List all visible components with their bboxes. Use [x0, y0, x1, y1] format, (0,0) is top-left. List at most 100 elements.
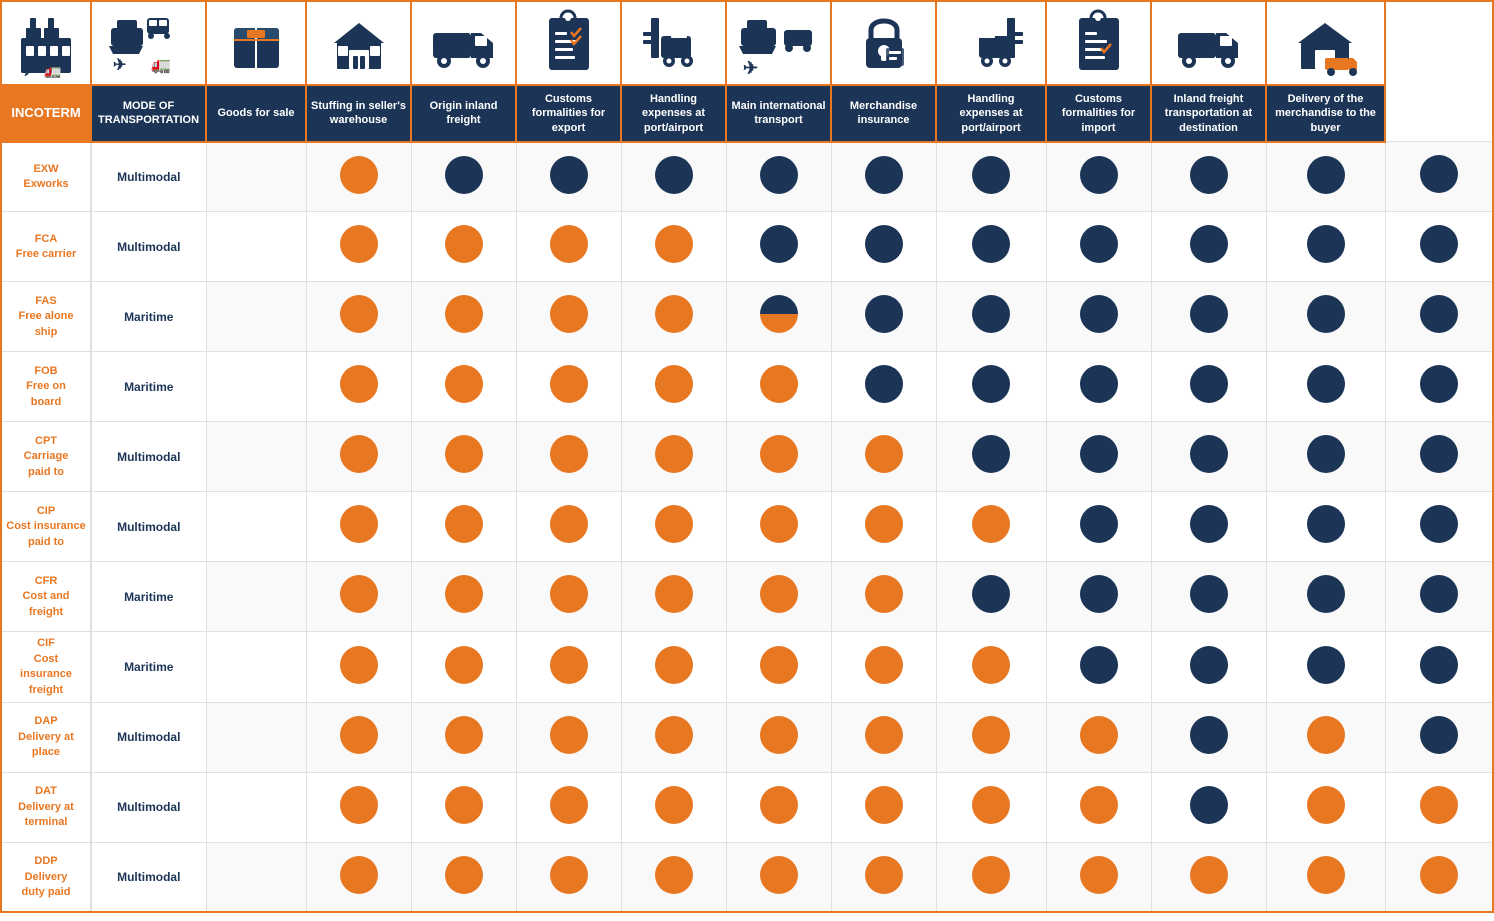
dot-navy — [1190, 295, 1228, 333]
text-header-row: INCOTERM MODE OF TRANSPORTATION Goods fo… — [1, 85, 1493, 142]
col-header-origin-inland: Origin inland freight — [411, 85, 516, 142]
transport-cell: Multimodal — [91, 422, 206, 492]
svg-text:🚛: 🚛 — [151, 57, 171, 74]
data-cell-insurance — [936, 142, 1046, 212]
customs-export-icon — [541, 8, 596, 78]
data-cell-transport — [206, 352, 306, 422]
data-cell-inland_dest — [1266, 772, 1385, 842]
dot-orange — [865, 716, 903, 754]
dot-orange — [445, 716, 483, 754]
dot-orange — [445, 225, 483, 263]
data-cell-transport — [206, 632, 306, 703]
col-header-insurance: Merchandise insurance — [831, 85, 936, 142]
svg-text:✈: ✈ — [113, 57, 126, 74]
data-cell-handling_origin — [726, 702, 831, 772]
table-row: CIP Cost insurance paid toMultimodal — [1, 492, 1493, 562]
data-cell-handling_dest — [1046, 772, 1151, 842]
warehouse-icon-cell — [306, 1, 411, 85]
data-cell-stuffing — [411, 702, 516, 772]
data-cell-stuffing — [411, 772, 516, 842]
data-cell-delivery — [1385, 842, 1493, 912]
dot-orange — [1307, 716, 1345, 754]
data-cell-insurance — [936, 702, 1046, 772]
data-cell-delivery — [1385, 562, 1493, 632]
data-cell-customs_export — [621, 142, 726, 212]
dot-orange — [1420, 856, 1458, 894]
dot-orange — [972, 646, 1010, 684]
dot-navy — [1080, 505, 1118, 543]
dot-navy — [1080, 365, 1118, 403]
dot-orange — [340, 225, 378, 263]
data-cell-origin_inland — [516, 702, 621, 772]
svg-text:🚛: 🚛 — [44, 63, 61, 78]
data-cell-goods — [306, 352, 411, 422]
dot-navy — [1080, 156, 1118, 194]
incoterm-cell: DDP Delivery duty paid — [1, 842, 91, 912]
dot-navy — [1420, 646, 1458, 684]
dot-orange — [445, 295, 483, 333]
data-cell-delivery — [1385, 492, 1493, 562]
dot-navy — [865, 295, 903, 333]
data-cell-goods — [306, 632, 411, 703]
dot-orange — [340, 856, 378, 894]
table-row: DAT Delivery at terminalMultimodal — [1, 772, 1493, 842]
dot-navy — [1190, 716, 1228, 754]
truck-icon-cell — [411, 1, 516, 85]
dot-orange — [550, 716, 588, 754]
dot-navy — [1190, 646, 1228, 684]
col-header-handling-origin: Handling expenses at port/airport — [621, 85, 726, 142]
data-cell-insurance — [936, 842, 1046, 912]
customs-export-icon-cell — [516, 1, 621, 85]
data-cell-goods — [306, 842, 411, 912]
data-cell-handling_dest — [1046, 842, 1151, 912]
truck2-icon-cell — [1151, 1, 1266, 85]
data-cell-goods — [306, 282, 411, 352]
data-cell-delivery — [1385, 352, 1493, 422]
table-row: EXW ExworksMultimodal — [1, 142, 1493, 212]
dot-orange — [340, 716, 378, 754]
table-row: CIF Cost insurance freightMaritime — [1, 632, 1493, 703]
data-cell-origin_inland — [516, 212, 621, 282]
data-cell-inland_dest — [1266, 702, 1385, 772]
data-cell-customs_import — [1151, 842, 1266, 912]
dot-orange — [445, 365, 483, 403]
data-cell-customs_import — [1151, 702, 1266, 772]
data-cell-delivery — [1385, 142, 1493, 212]
data-cell-origin_inland — [516, 282, 621, 352]
data-cell-insurance — [936, 422, 1046, 492]
dot-orange — [865, 786, 903, 824]
data-cell-delivery — [1385, 632, 1493, 703]
data-cell-goods — [306, 492, 411, 562]
data-cell-handling_origin — [726, 562, 831, 632]
data-cell-main_transport — [831, 352, 936, 422]
dot-navy — [1190, 575, 1228, 613]
data-cell-inland_dest — [1266, 492, 1385, 562]
incoterm-table-wrapper: ✈ 🚛 — [0, 0, 1494, 913]
dot-orange — [1080, 716, 1118, 754]
dot-navy — [865, 225, 903, 263]
dot-orange — [550, 435, 588, 473]
factory-icon-cell: ✈ 🚛 — [1, 1, 91, 85]
data-cell-origin_inland — [516, 562, 621, 632]
dot-navy — [1420, 155, 1458, 193]
dot-orange — [445, 856, 483, 894]
transport-cell: Multimodal — [91, 212, 206, 282]
warehouse-icon — [329, 8, 389, 78]
data-cell-transport — [206, 212, 306, 282]
insurance-icon-cell — [831, 1, 936, 85]
data-cell-handling_dest — [1046, 492, 1151, 562]
data-cell-origin_inland — [516, 352, 621, 422]
data-cell-transport — [206, 492, 306, 562]
goods-icon-cell — [206, 1, 306, 85]
data-cell-stuffing — [411, 212, 516, 282]
data-cell-customs_export — [621, 632, 726, 703]
dot-orange — [550, 295, 588, 333]
incoterm-cell: CIF Cost insurance freight — [1, 632, 91, 703]
dot-orange — [340, 575, 378, 613]
col-header-customs-export: Customs formalities for export — [516, 85, 621, 142]
dot-orange — [760, 716, 798, 754]
data-cell-handling_origin — [726, 632, 831, 703]
lock-icon — [856, 8, 911, 78]
dot-navy — [1420, 505, 1458, 543]
dot-orange — [655, 646, 693, 684]
